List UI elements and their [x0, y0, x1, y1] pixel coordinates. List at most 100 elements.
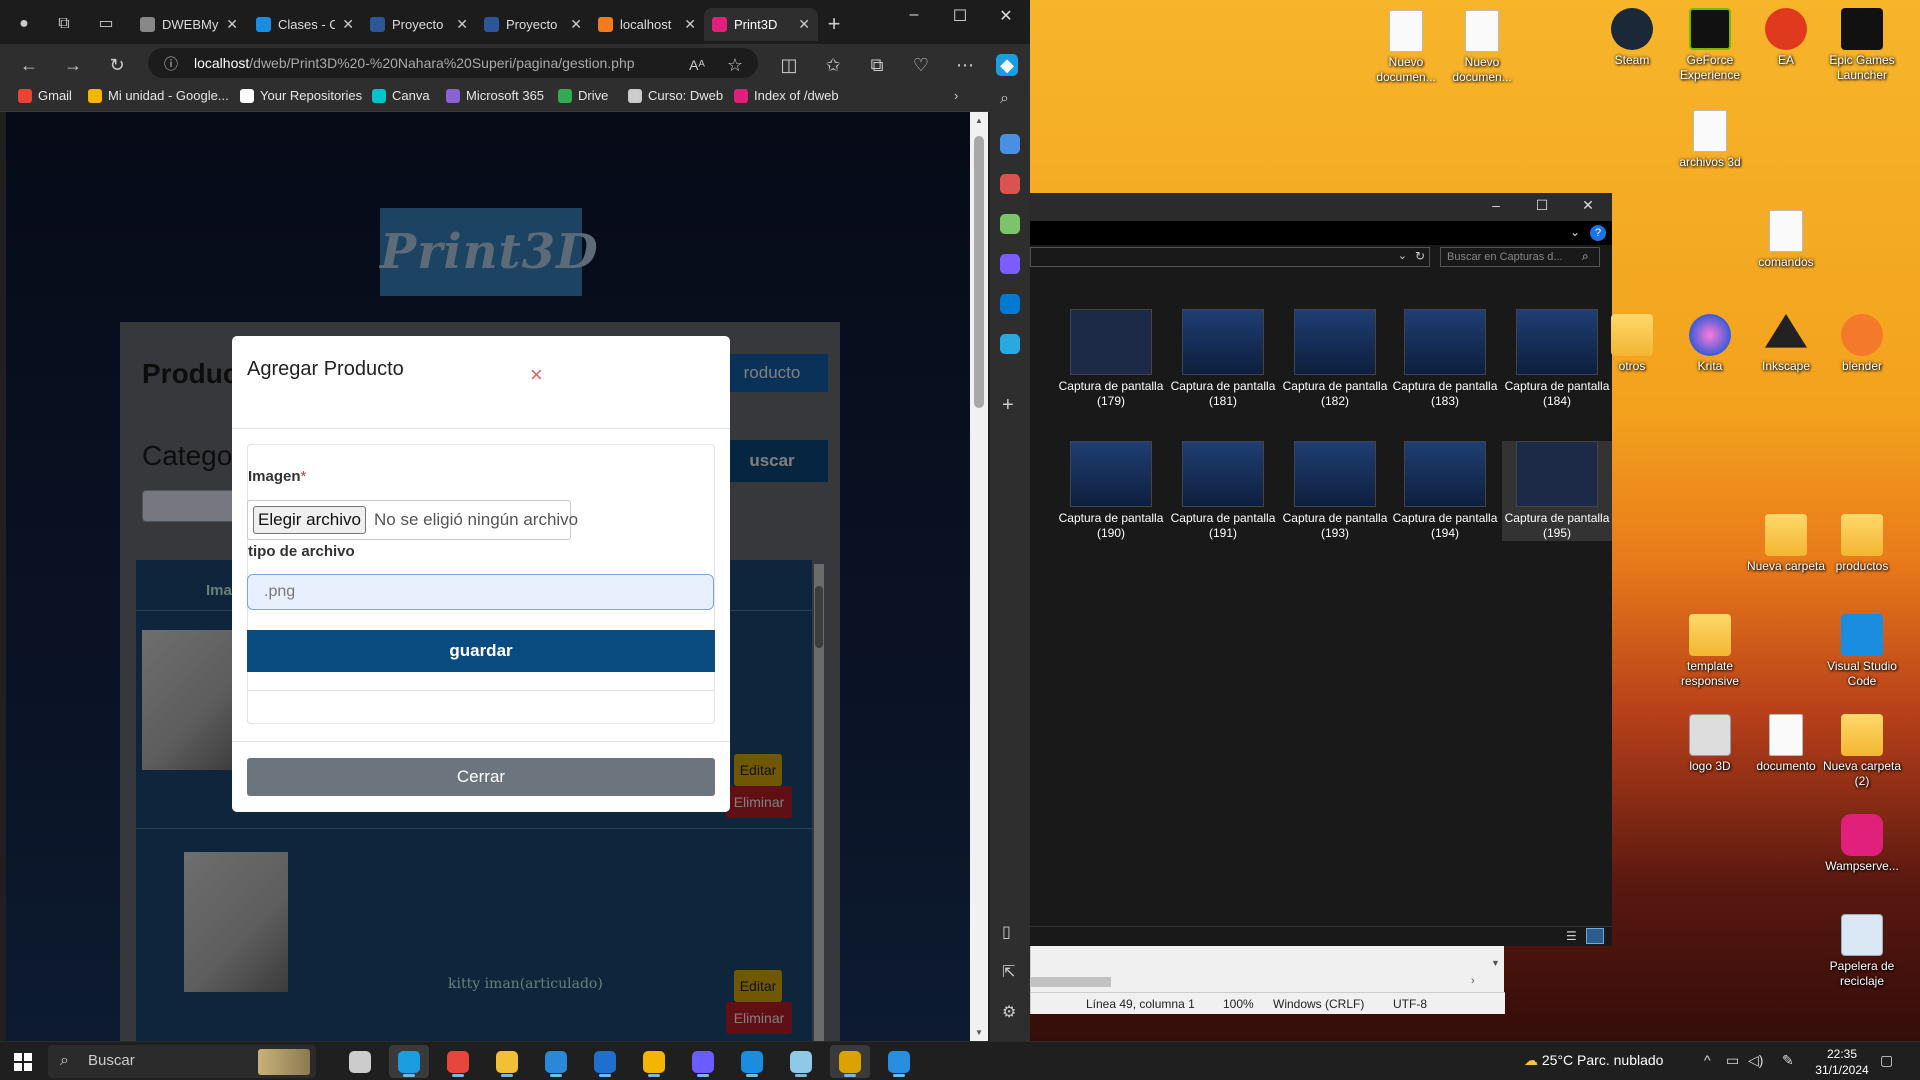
close-button[interactable]: Cerrar: [247, 758, 715, 796]
explorer-maximize-icon[interactable]: ☐: [1522, 197, 1562, 214]
details-view-icon[interactable]: ☰: [1566, 929, 1577, 943]
favorite-star-icon[interactable]: ☆: [724, 54, 746, 76]
bookmark-1[interactable]: Mi unidad - Google...: [88, 88, 229, 103]
desktop-icon[interactable]: Inkscape: [1742, 314, 1830, 374]
tab-4[interactable]: localhost ✕: [590, 8, 704, 41]
address-dropdown-icon[interactable]: ⌄: [1398, 249, 1407, 262]
address-bar[interactable]: ⓘ localhost/dweb/Print3D%20-%20Nahara%20…: [148, 48, 758, 78]
copilot-taskbar-button[interactable]: [683, 1045, 723, 1078]
desktop-icon[interactable]: archivos 3d: [1666, 110, 1754, 170]
close-tab-icon[interactable]: ✕: [798, 16, 810, 33]
info-icon[interactable]: ⓘ: [164, 54, 178, 74]
notepad-taskbar-button[interactable]: [781, 1045, 821, 1078]
edge-taskbar-button[interactable]: [389, 1045, 429, 1078]
maximize-icon[interactable]: ☐: [940, 6, 980, 26]
chrome-2-taskbar-button[interactable]: [634, 1045, 674, 1078]
sidebar-settings-icon[interactable]: ⚙: [1002, 1002, 1016, 1022]
desktop-icon[interactable]: Nuevo documen...: [1362, 10, 1450, 85]
desktop-icon[interactable]: Steam: [1588, 8, 1676, 68]
minimize-icon[interactable]: –: [894, 6, 934, 24]
tools-icon[interactable]: [1000, 174, 1020, 194]
file-explorer-taskbar-button[interactable]: [487, 1045, 527, 1078]
split-screen-icon[interactable]: ◫: [778, 54, 800, 76]
explorer-address-bar[interactable]: ⌄ ↻: [1030, 247, 1430, 267]
tab-3[interactable]: Proyecto ✕: [476, 8, 590, 41]
desktop-icon[interactable]: comandos: [1742, 210, 1830, 270]
close-tab-icon[interactable]: ✕: [684, 16, 696, 33]
bookmark-5[interactable]: Drive: [558, 88, 608, 103]
bookmark-0[interactable]: Gmail: [18, 88, 72, 103]
save-button[interactable]: guardar: [247, 630, 715, 672]
desktop-icon[interactable]: productos: [1818, 514, 1906, 574]
refresh-icon[interactable]: ↻: [106, 54, 128, 76]
notepad-hscrollbar[interactable]: ›: [1031, 974, 1501, 990]
desktop-icon[interactable]: Nuevo documen...: [1438, 10, 1526, 85]
back-icon[interactable]: ←: [18, 54, 40, 76]
desktop-icon[interactable]: documento: [1742, 714, 1830, 774]
forward-icon[interactable]: →: [62, 54, 84, 76]
chrome-taskbar-button[interactable]: [438, 1045, 478, 1078]
read-aloud-icon[interactable]: Aᴬ: [686, 54, 708, 76]
notifications-icon[interactable]: ▢: [1880, 1052, 1893, 1069]
start-button[interactable]: [14, 1053, 32, 1071]
np-scroll-down-icon[interactable]: ▼: [1491, 958, 1500, 968]
desktop-icon[interactable]: GeForce Experience: [1666, 8, 1754, 83]
ribbon-expand-icon[interactable]: ⌄: [1570, 225, 1580, 239]
vscode-taskbar-button[interactable]: [732, 1045, 772, 1078]
games-icon[interactable]: [1000, 214, 1020, 234]
desktop-icon[interactable]: otros: [1588, 314, 1676, 374]
screenshot-file[interactable]: Captura de pantalla (194): [1390, 441, 1500, 541]
close-tab-icon[interactable]: ✕: [226, 16, 238, 33]
hide-sidebar-icon[interactable]: ▯: [1002, 922, 1011, 942]
file-input[interactable]: Elegir archivo No se eligió ningún archi…: [247, 500, 578, 540]
pen-icon[interactable]: ✎: [1782, 1052, 1794, 1069]
desktop-icon[interactable]: blender: [1818, 314, 1906, 374]
bookmark-6[interactable]: Curso: Dweb: [628, 88, 723, 103]
network-icon[interactable]: ▭: [1726, 1052, 1739, 1069]
screenshot-file[interactable]: Captura de pantalla (195): [1502, 441, 1612, 541]
scroll-down-icon[interactable]: ▼: [975, 1028, 983, 1037]
screenshot-file[interactable]: Captura de pantalla (182): [1280, 309, 1390, 409]
close-tab-icon[interactable]: ✕: [456, 16, 468, 33]
task-view-taskbar-button[interactable]: [340, 1045, 380, 1078]
screenshot-file[interactable]: Captura de pantalla (193): [1280, 441, 1390, 541]
np-scroll-right-icon[interactable]: ›: [1471, 975, 1475, 987]
tab-actions-icon[interactable]: ▭: [96, 14, 116, 34]
desktop-icon[interactable]: Nueva carpeta (2): [1818, 714, 1906, 789]
collections-icon[interactable]: ⧉: [866, 54, 888, 76]
tab-2[interactable]: Proyecto ✕: [362, 8, 476, 41]
page-scrollbar-thumb[interactable]: [974, 136, 984, 408]
desktop-icon[interactable]: Nueva carpeta: [1742, 514, 1830, 574]
clock[interactable]: 22:35 31/1/2024: [1808, 1046, 1876, 1078]
drop-icon[interactable]: [1000, 334, 1020, 354]
favorites-icon[interactable]: ✩: [822, 54, 844, 76]
desktop-icon[interactable]: Papelera de reciclaje: [1818, 914, 1906, 989]
screenshot-file[interactable]: Captura de pantalla (179): [1056, 309, 1166, 409]
notepad-hscroll-thumb[interactable]: [1031, 977, 1111, 987]
help-icon[interactable]: ?: [1590, 225, 1606, 241]
close-tab-icon[interactable]: ✕: [342, 16, 354, 33]
desktop-icon[interactable]: logo 3D: [1666, 714, 1754, 774]
more-menu-icon[interactable]: ⋯: [954, 54, 976, 76]
screenshot-file[interactable]: Captura de pantalla (191): [1168, 441, 1278, 541]
tab-1[interactable]: Clases - C ✕: [248, 8, 362, 41]
outlook-icon[interactable]: [1000, 294, 1020, 314]
desktop-icon[interactable]: EA: [1742, 8, 1830, 68]
volume-icon[interactable]: ◁): [1748, 1052, 1763, 1069]
explorer-refresh-icon[interactable]: ↻: [1415, 249, 1425, 263]
page-scrollbar[interactable]: ▲ ▼: [970, 112, 988, 1041]
desktop-icon[interactable]: Visual Studio Code: [1818, 614, 1906, 689]
workspaces-icon[interactable]: ⧉: [54, 14, 74, 34]
desktop-icon[interactable]: Wampserve...: [1818, 814, 1906, 874]
sidebar-search-icon[interactable]: ⌕: [1000, 90, 1009, 108]
desktop-icon[interactable]: Epic Games Launcher: [1818, 8, 1906, 83]
screenshot-file[interactable]: Captura de pantalla (181): [1168, 309, 1278, 409]
close-tab-icon[interactable]: ✕: [570, 16, 582, 33]
close-window-icon[interactable]: ✕: [986, 6, 1026, 26]
bookmarks-overflow-icon[interactable]: ›: [954, 88, 958, 103]
shopping-icon[interactable]: [1000, 134, 1020, 154]
browser-essentials-icon[interactable]: ♡: [910, 54, 932, 76]
explorer-close-icon[interactable]: ✕: [1568, 197, 1608, 214]
calendar-app-taskbar-button[interactable]: [830, 1045, 870, 1078]
desktop-icon[interactable]: template responsive: [1666, 614, 1754, 689]
